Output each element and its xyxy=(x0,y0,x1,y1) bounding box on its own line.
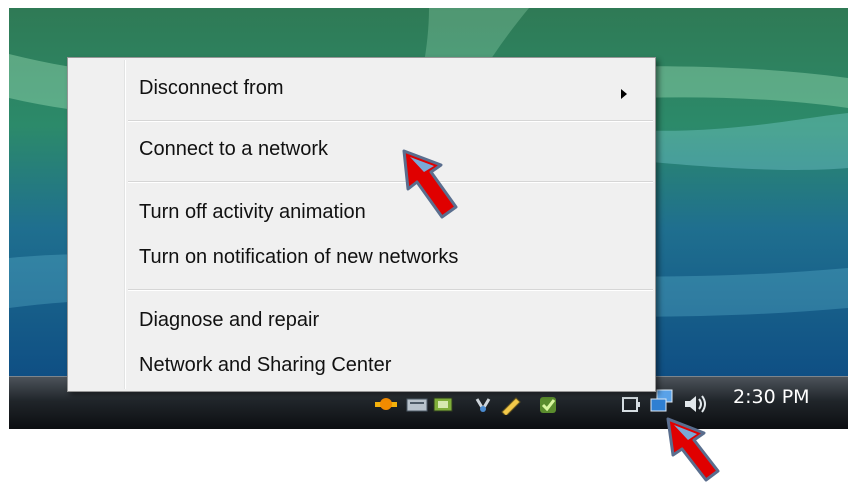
taskbar-clock[interactable]: 2:30 PM xyxy=(733,385,810,409)
menu-separator xyxy=(128,181,653,183)
menu-separator xyxy=(128,120,653,122)
speaker-icon[interactable] xyxy=(681,393,711,415)
screenshot: 2:30 PM Disconnect from Connect to a net… xyxy=(9,8,848,429)
callout-arrow-icon xyxy=(666,417,720,482)
menu-item-disconnect-from[interactable]: Disconnect from xyxy=(139,71,284,105)
power-icon[interactable] xyxy=(619,393,643,415)
menu-item-turn-off-activity-animation[interactable]: Turn off activity animation xyxy=(139,195,366,229)
usb-icon[interactable] xyxy=(471,393,495,415)
display-icon[interactable] xyxy=(431,393,455,415)
menu-item-connect-to-network[interactable]: Connect to a network xyxy=(139,132,328,166)
menu-item-network-and-sharing-center[interactable]: Network and Sharing Center xyxy=(139,348,391,382)
submenu-arrow-icon xyxy=(621,89,627,99)
menu-icon-gutter xyxy=(124,60,126,389)
network-icon[interactable] xyxy=(649,388,675,416)
hardware-icon[interactable] xyxy=(405,393,429,415)
pen-icon[interactable] xyxy=(499,393,523,415)
menu-separator xyxy=(128,289,653,291)
menu-item-turn-on-notification[interactable]: Turn on notification of new networks xyxy=(139,240,458,274)
check-icon[interactable] xyxy=(537,393,559,415)
menu-item-diagnose-and-repair[interactable]: Diagnose and repair xyxy=(139,303,319,337)
network-context-menu: Disconnect from Connect to a network Tur… xyxy=(67,57,656,392)
security-shield-icon[interactable] xyxy=(373,393,399,415)
callout-arrow-icon xyxy=(402,149,458,219)
